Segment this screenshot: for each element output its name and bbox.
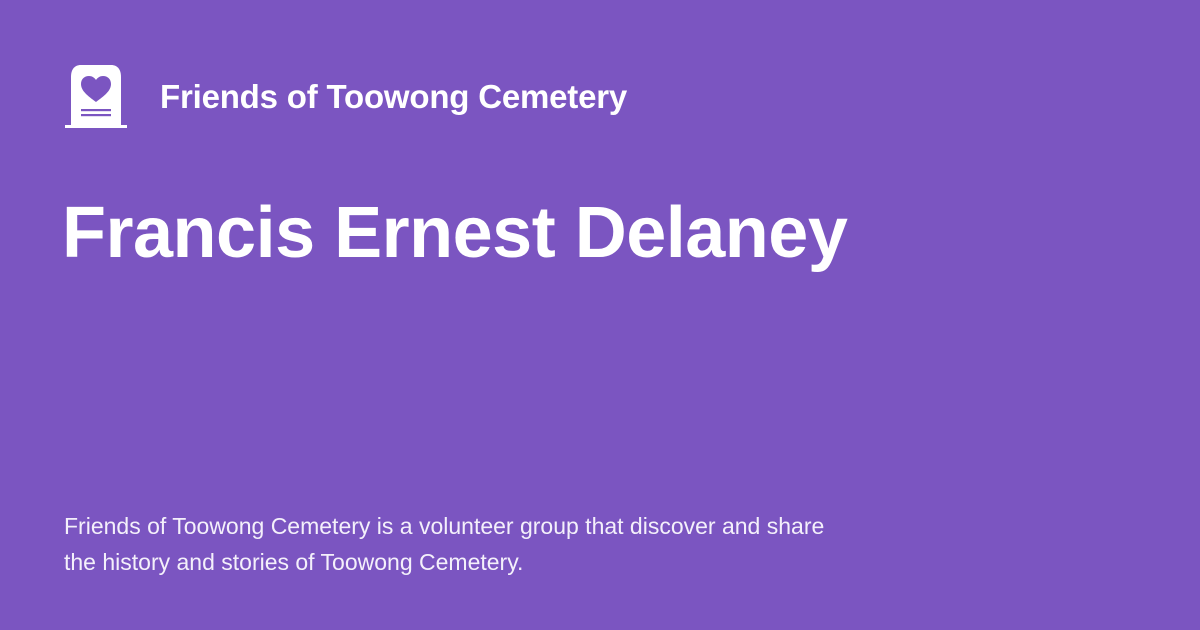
share-card: Friends of Toowong Cemetery Francis Erne… [0,0,1200,630]
site-description: Friends of Toowong Cemetery is a volunte… [64,513,825,575]
brand-header: Friends of Toowong Cemetery [64,64,627,128]
site-name: Friends of Toowong Cemetery [160,77,628,115]
page-title: Francis Ernest Delaney [62,193,848,273]
headstone-heart-icon [65,65,127,128]
